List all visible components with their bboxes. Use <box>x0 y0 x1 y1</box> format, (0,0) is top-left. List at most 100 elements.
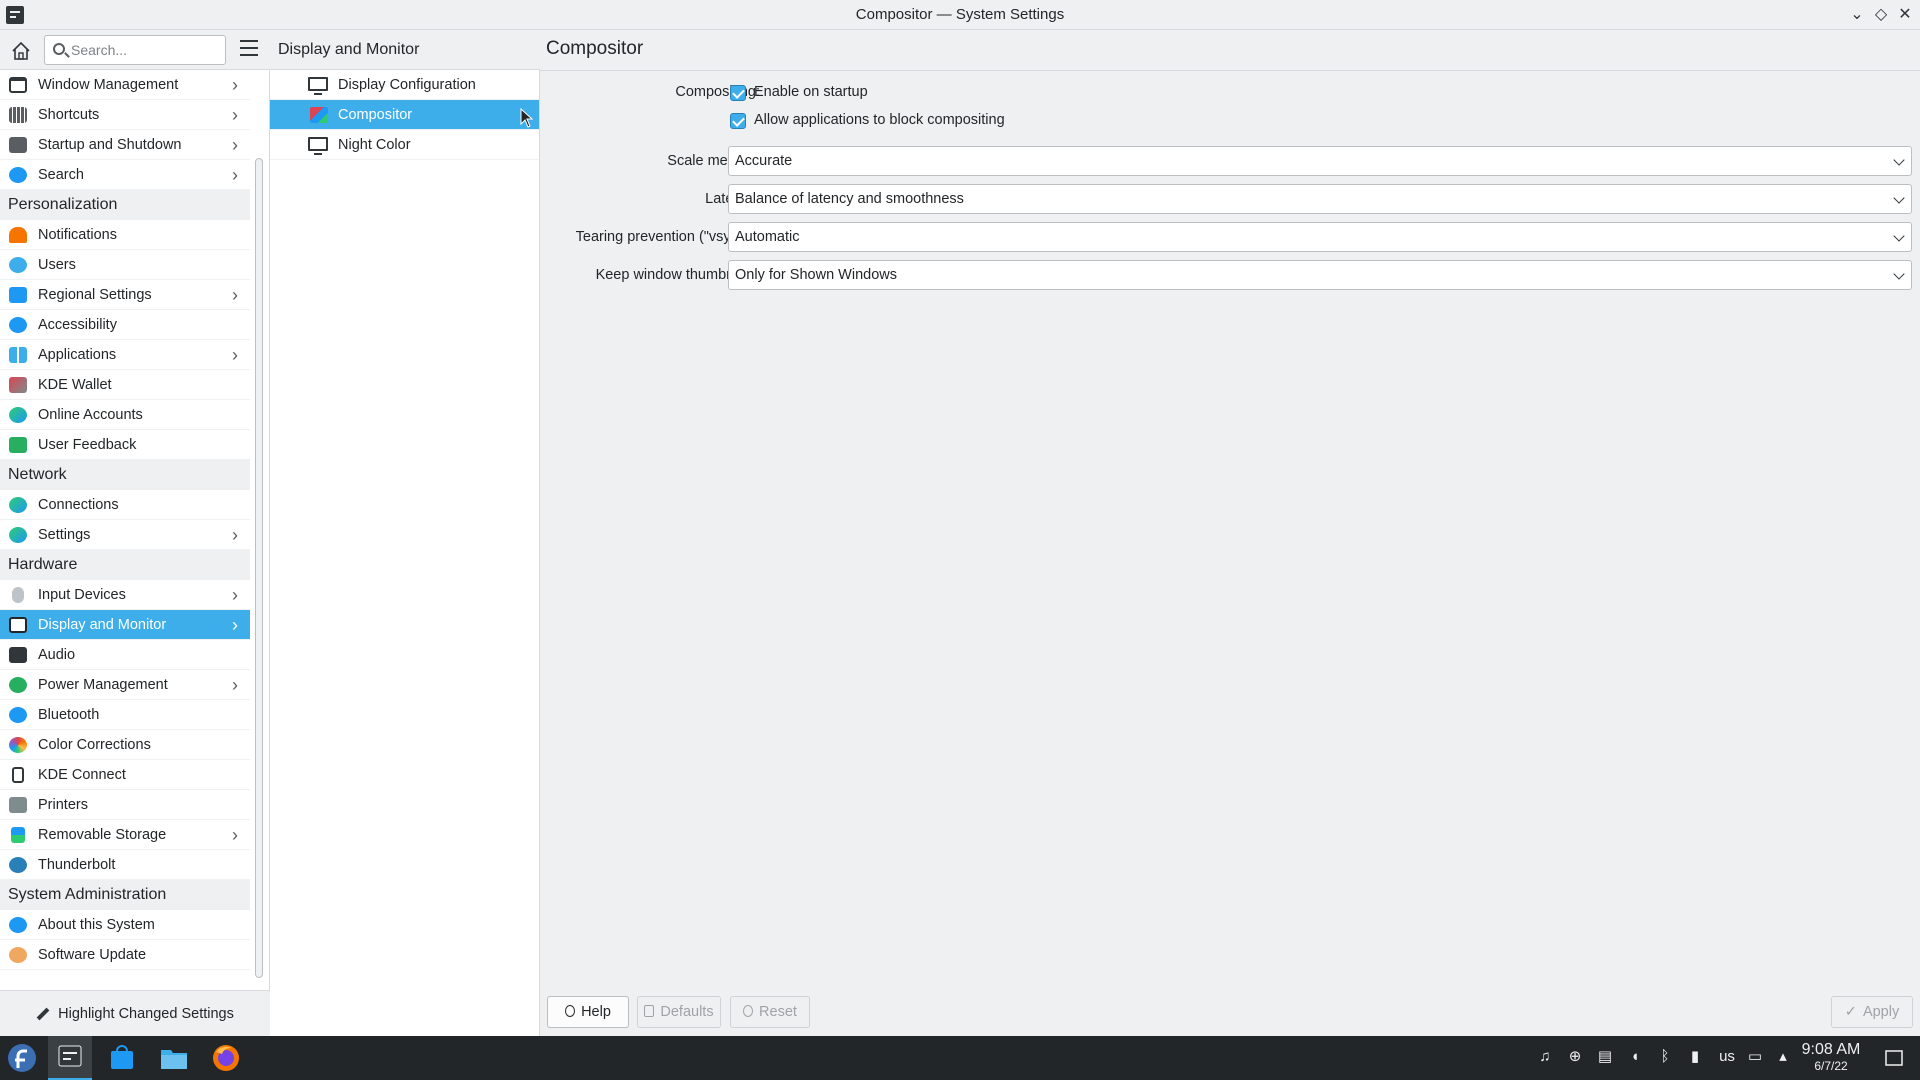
chevron-right-icon: › <box>232 165 238 185</box>
monitor-icon <box>308 77 328 95</box>
updates-tray-icon[interactable]: ⊕ <box>1566 1048 1584 1066</box>
thunderbolt-icon <box>9 857 27 873</box>
compositing-label: Compositing: <box>675 84 760 100</box>
help-button[interactable]: Help <box>547 996 629 1028</box>
sidebar-item-connections[interactable]: Connections <box>0 490 250 520</box>
bluetooth-tray-icon[interactable]: ᛒ <box>1656 1048 1674 1066</box>
latency-dropdown[interactable]: Balance of latency and smoothness <box>728 184 1912 214</box>
sidebar-item-label: Users <box>38 257 76 273</box>
sidebar-item-label: Startup and Shutdown <box>38 137 182 153</box>
scale-method-dropdown[interactable]: Accurate <box>728 146 1912 176</box>
users-icon <box>9 257 27 273</box>
highlight-changed-settings-button[interactable]: Highlight Changed Settings <box>0 990 270 1036</box>
sidebar-item-users[interactable]: Users <box>0 250 250 280</box>
sidebar-item-about-system[interactable]: About this System <box>0 910 250 940</box>
hamburger-menu-icon[interactable] <box>240 40 258 58</box>
sidebar-item-regional-settings[interactable]: Regional Settings › <box>0 280 250 310</box>
tearing-prevention-dropdown[interactable]: Automatic <box>728 222 1912 252</box>
sidebar-item-window-management[interactable]: Window Management › <box>0 70 250 100</box>
firefox-icon[interactable] <box>210 1042 242 1074</box>
sidebar-item-kde-connect[interactable]: KDE Connect <box>0 760 250 790</box>
sidebar-item-display-monitor[interactable]: Display and Monitor › <box>0 610 250 640</box>
chevron-right-icon: › <box>232 675 238 695</box>
checkbox-label: Allow applications to block compositing <box>754 112 1005 128</box>
dropdown-value: Accurate <box>735 153 793 169</box>
active-task-system-settings[interactable] <box>48 1036 92 1080</box>
chevron-down-icon <box>1893 230 1905 242</box>
sidebar-item-software-update[interactable]: Software Update <box>0 940 250 970</box>
sidebar-item-shortcuts[interactable]: Shortcuts › <box>0 100 250 130</box>
reset-button[interactable]: Reset <box>730 996 810 1028</box>
sidebar-item-search[interactable]: Search › <box>0 160 250 190</box>
sidebar-item-accessibility[interactable]: Accessibility <box>0 310 250 340</box>
category-personalization: Personalization <box>0 190 250 220</box>
checkbox-checked[interactable] <box>730 85 746 101</box>
home-icon[interactable] <box>8 38 34 64</box>
window-thumbnails-dropdown[interactable]: Only for Shown Windows <box>728 260 1912 290</box>
minimize-icon[interactable]: ⌄ <box>1846 4 1868 26</box>
apply-button[interactable]: ✓ Apply <box>1831 996 1913 1028</box>
sidebar-item-printers[interactable]: Printers <box>0 790 250 820</box>
sidebar-item-thunderbolt[interactable]: Thunderbolt <box>0 850 250 880</box>
network-settings-icon <box>9 527 27 543</box>
clipboard-tray-icon[interactable]: ▤ <box>1596 1048 1614 1066</box>
search-field[interactable] <box>44 35 226 65</box>
sidebar-item-online-accounts[interactable]: Online Accounts <box>0 400 250 430</box>
page-title: Compositor <box>546 38 644 59</box>
sidebar-item-power-management[interactable]: Power Management › <box>0 670 250 700</box>
checkbox-checked[interactable] <box>730 113 746 129</box>
sidebar-item-applications[interactable]: Applications › <box>0 340 250 370</box>
show-desktop-icon[interactable] <box>1884 1048 1904 1068</box>
sidebar-item-removable-storage[interactable]: Removable Storage › <box>0 820 250 850</box>
sidebar-item-label: Input Devices <box>38 587 126 603</box>
search-icon <box>53 43 65 55</box>
subcategory-night-color[interactable]: Night Color <box>270 130 539 160</box>
sidebar-item-label: KDE Wallet <box>38 377 112 393</box>
sidebar-item-color-corrections[interactable]: Color Corrections <box>0 730 250 760</box>
maximize-icon[interactable]: ◇ <box>1870 4 1892 26</box>
discover-store-icon[interactable] <box>106 1042 138 1074</box>
sidebar-item-input-devices[interactable]: Input Devices › <box>0 580 250 610</box>
notifications-tray-icon[interactable]: ♫ <box>1536 1048 1554 1066</box>
sidebar-list: Window Management › Shortcuts › Startup … <box>0 70 250 970</box>
subcategory-label: Display Configuration <box>338 77 476 93</box>
digital-clock[interactable]: 9:08 AM 6/7/22 <box>1796 1041 1866 1073</box>
volume-tray-icon[interactable]: ◖ <box>1626 1048 1644 1066</box>
taskbar: ♫ ⊕ ▤ ◖ ᛒ ▮ us ▭ ▴ 9:08 AM 6/7/22 <box>0 1036 1920 1080</box>
chevron-right-icon: › <box>232 135 238 155</box>
sidebar-item-bluetooth[interactable]: Bluetooth <box>0 700 250 730</box>
sidebar-item-startup-shutdown[interactable]: Startup and Shutdown › <box>0 130 250 160</box>
mouse-cursor-icon <box>520 108 534 128</box>
document-icon <box>644 1005 655 1017</box>
network-tray-icon[interactable]: ▭ <box>1746 1048 1764 1066</box>
sidebar-item-label: Regional Settings <box>38 287 152 303</box>
subcategory-display-configuration[interactable]: Display Configuration <box>270 70 539 100</box>
sidebar-item-notifications[interactable]: Notifications <box>0 220 250 250</box>
sidebar-item-network-settings[interactable]: Settings › <box>0 520 250 550</box>
highlight-label: Highlight Changed Settings <box>58 1006 234 1022</box>
defaults-button[interactable]: Defaults <box>637 996 721 1028</box>
subcategory-compositor[interactable]: Compositor <box>270 100 539 130</box>
fedora-launcher-icon[interactable] <box>6 1042 38 1074</box>
close-icon[interactable]: ✕ <box>1894 4 1916 26</box>
title-bar: Compositor — System Settings ⌄ ◇ ✕ <box>0 0 1920 30</box>
button-label: Reset <box>759 1004 797 1020</box>
sidebar-toolbar <box>0 30 270 70</box>
dropdown-value: Balance of latency and smoothness <box>735 191 964 207</box>
sidebar-item-user-feedback[interactable]: User Feedback <box>0 430 250 460</box>
removable-device-tray-icon[interactable]: ▮ <box>1686 1048 1704 1066</box>
network-globe-icon <box>9 497 27 513</box>
sidebar-scrollbar[interactable] <box>255 158 263 978</box>
sidebar-item-audio[interactable]: Audio <box>0 640 250 670</box>
file-manager-icon[interactable] <box>158 1042 190 1074</box>
sidebar-item-kde-wallet[interactable]: KDE Wallet <box>0 370 250 400</box>
keyboard-layout-indicator[interactable]: us <box>1714 1048 1740 1066</box>
sidebar-item-label: Display and Monitor <box>38 617 167 633</box>
tray-expand-icon[interactable]: ▴ <box>1774 1048 1792 1066</box>
sidebar-item-label: Search <box>38 167 84 183</box>
chevron-right-icon: › <box>232 345 238 365</box>
search-input[interactable] <box>71 40 221 60</box>
chevron-right-icon: › <box>232 585 238 605</box>
clock-time: 9:08 AM <box>1801 1041 1861 1058</box>
sidebar-item-label: Bluetooth <box>38 707 100 723</box>
